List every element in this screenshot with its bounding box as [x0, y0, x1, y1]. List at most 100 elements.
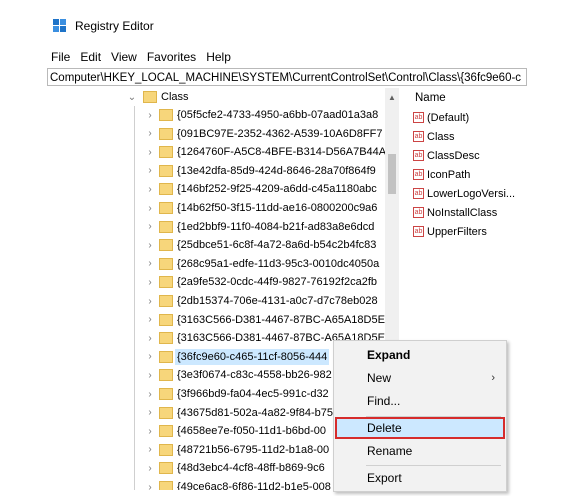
menu-bar: File Edit View Favorites Help: [47, 48, 237, 66]
chevron-right-icon[interactable]: ›: [145, 314, 155, 325]
value-name: UpperFilters: [427, 225, 487, 238]
string-value-icon: ab: [413, 169, 424, 180]
value-name: (Default): [427, 111, 470, 124]
folder-icon: [159, 164, 173, 177]
folder-icon: [159, 146, 173, 159]
tree-item-label: {05f5cfe2-4733-4950-a6bb-07aad01a3a8: [177, 109, 379, 121]
chevron-right-icon[interactable]: ›: [145, 277, 155, 288]
menu-help[interactable]: Help: [206, 50, 231, 64]
string-value-icon: ab: [413, 207, 424, 218]
chevron-right-icon[interactable]: ›: [145, 203, 155, 214]
menu-separator: [366, 465, 501, 466]
tree-item-label: {43675d81-502a-4a82-9f84-b75: [177, 406, 333, 419]
tree-item[interactable]: › {1ed2bbf9-11f0-4084-b21f-ad83a8e6dcd: [47, 218, 385, 236]
tree-item-label: {48721b56-6795-11d2-b1a8-00: [177, 443, 330, 456]
tree-item-class[interactable]: ⌄ Class: [47, 88, 385, 106]
tree-item[interactable]: › {25dbce51-6c8f-4a72-8a6d-b54c2b4fc83: [47, 236, 385, 254]
folder-icon: [159, 443, 173, 456]
tree-item-label: {091BC97E-2352-4362-A539-10A6D8FF7: [177, 127, 383, 140]
tree-item-label: Class: [161, 91, 189, 103]
folder-icon: [159, 220, 173, 233]
tree-item-label: {36fc9e60-c465-11cf-8056-444: [175, 348, 330, 365]
menu-item-expand[interactable]: Expand: [335, 344, 505, 366]
tree-item-label: {3f966bd9-fa04-4ec5-991c-d32: [177, 388, 329, 400]
tree-item[interactable]: › {268c95a1-edfe-11d3-95c3-0010dc4050a: [47, 255, 385, 273]
chevron-right-icon[interactable]: ›: [145, 389, 155, 400]
address-bar[interactable]: Computer\HKEY_LOCAL_MACHINE\SYSTEM\Curre…: [47, 68, 527, 86]
menu-edit[interactable]: Edit: [80, 50, 101, 64]
tree-item-label: {1ed2bbf9-11f0-4084-b21f-ad83a8e6dcd: [177, 220, 375, 233]
chevron-right-icon[interactable]: ›: [145, 444, 155, 455]
tree-item-label: {268c95a1-edfe-11d3-95c3-0010dc4050a: [177, 257, 380, 270]
tree-item[interactable]: › {146bf252-9f25-4209-a6dd-c45a1180abc: [47, 180, 385, 198]
value-name: LowerLogoVersi...: [427, 187, 516, 200]
menu-item-rename[interactable]: Rename: [335, 440, 505, 462]
tree-item[interactable]: › {14b62f50-3f15-11dd-ae16-0800200c9a6: [47, 199, 385, 217]
folder-icon: [159, 239, 173, 252]
chevron-right-icon[interactable]: ›: [145, 128, 155, 139]
tree-item[interactable]: › {05f5cfe2-4733-4950-a6bb-07aad01a3a8: [47, 106, 385, 124]
string-value-icon: ab: [413, 226, 424, 237]
string-value-icon: ab: [413, 112, 424, 123]
chevron-right-icon[interactable]: ›: [145, 370, 155, 381]
chevron-right-icon[interactable]: ›: [145, 351, 155, 362]
menu-file[interactable]: File: [51, 50, 70, 64]
menu-item-delete[interactable]: Delete: [335, 417, 505, 439]
chevron-right-icon[interactable]: ›: [145, 221, 155, 232]
folder-icon: [159, 257, 173, 270]
chevron-right-icon[interactable]: ›: [145, 147, 155, 158]
chevron-right-icon[interactable]: ›: [145, 110, 155, 121]
chevron-right-icon: ›: [491, 372, 495, 384]
scroll-up-icon[interactable]: ▲: [388, 94, 396, 102]
tree-item[interactable]: › {1264760F-A5C8-4BFE-B314-D56A7B44A: [47, 143, 385, 161]
chevron-down-icon[interactable]: ⌄: [127, 92, 137, 103]
tree-item-label: {2a9fe532-0cdc-44f9-9827-76192f2ca2fb: [177, 276, 377, 289]
value-row[interactable]: ab LowerLogoVersi...: [403, 184, 527, 203]
context-menu: Expand New › Find... Delete Rename Expor…: [333, 340, 507, 492]
value-row[interactable]: ab (Default): [403, 108, 527, 127]
value-row[interactable]: ab UpperFilters: [403, 222, 527, 241]
chevron-right-icon[interactable]: ›: [145, 240, 155, 251]
column-header-name[interactable]: Name: [403, 88, 527, 108]
tree-item-label: {13e42dfa-85d9-424d-8646-28a70f864f9: [177, 164, 376, 177]
tree-item-label: {1264760F-A5C8-4BFE-B314-D56A7B44A: [177, 146, 386, 159]
menu-item-find[interactable]: Find...: [335, 390, 505, 412]
menu-item-export[interactable]: Export: [335, 467, 505, 489]
menu-item-new[interactable]: New ›: [335, 367, 505, 389]
tree-item[interactable]: › {13e42dfa-85d9-424d-8646-28a70f864f9: [47, 162, 385, 180]
tree-item[interactable]: › {2a9fe532-0cdc-44f9-9827-76192f2ca2fb: [47, 273, 385, 291]
tree-item[interactable]: › {091BC97E-2352-4362-A539-10A6D8FF7: [47, 125, 385, 143]
tree-item-label: {3e3f0674-c83c-4558-bb26-982: [177, 369, 332, 382]
folder-icon: [159, 481, 173, 490]
folder-icon: [159, 425, 173, 438]
chevron-right-icon[interactable]: ›: [145, 296, 155, 307]
window-title: Registry Editor: [75, 19, 154, 33]
folder-icon: [159, 276, 173, 289]
folder-icon: [159, 313, 173, 326]
folder-icon: [159, 332, 173, 345]
string-value-icon: ab: [413, 188, 424, 199]
chevron-right-icon[interactable]: ›: [145, 184, 155, 195]
registry-editor-icon: [53, 19, 67, 33]
value-name: Class: [427, 130, 455, 143]
chevron-right-icon[interactable]: ›: [145, 482, 155, 491]
value-row[interactable]: ab IconPath: [403, 165, 527, 184]
tree-item[interactable]: › {3163C566-D381-4467-87BC-A65A18D5E: [47, 311, 385, 329]
tree-item-label: {2db15374-706e-4131-a0c7-d7c78eb028: [177, 295, 378, 307]
tree-item-label: {4658ee7e-f050-11d1-b6bd-00: [177, 425, 327, 438]
chevron-right-icon[interactable]: ›: [145, 165, 155, 176]
chevron-right-icon[interactable]: ›: [145, 258, 155, 269]
value-row[interactable]: ab Class: [403, 127, 527, 146]
chevron-right-icon[interactable]: ›: [145, 407, 155, 418]
value-row[interactable]: ab ClassDesc: [403, 146, 527, 165]
folder-icon: [159, 388, 173, 400]
chevron-right-icon[interactable]: ›: [145, 333, 155, 344]
chevron-right-icon[interactable]: ›: [145, 463, 155, 474]
value-row[interactable]: ab NoInstallClass: [403, 203, 527, 222]
chevron-right-icon[interactable]: ›: [145, 426, 155, 437]
tree-item[interactable]: › {2db15374-706e-4131-a0c7-d7c78eb028: [47, 292, 385, 310]
tree-item-label: {49ce6ac8-6f86-11d2-b1e5-008: [177, 481, 331, 490]
menu-view[interactable]: View: [111, 50, 137, 64]
menu-favorites[interactable]: Favorites: [147, 50, 196, 64]
scrollbar-thumb[interactable]: [388, 154, 396, 194]
